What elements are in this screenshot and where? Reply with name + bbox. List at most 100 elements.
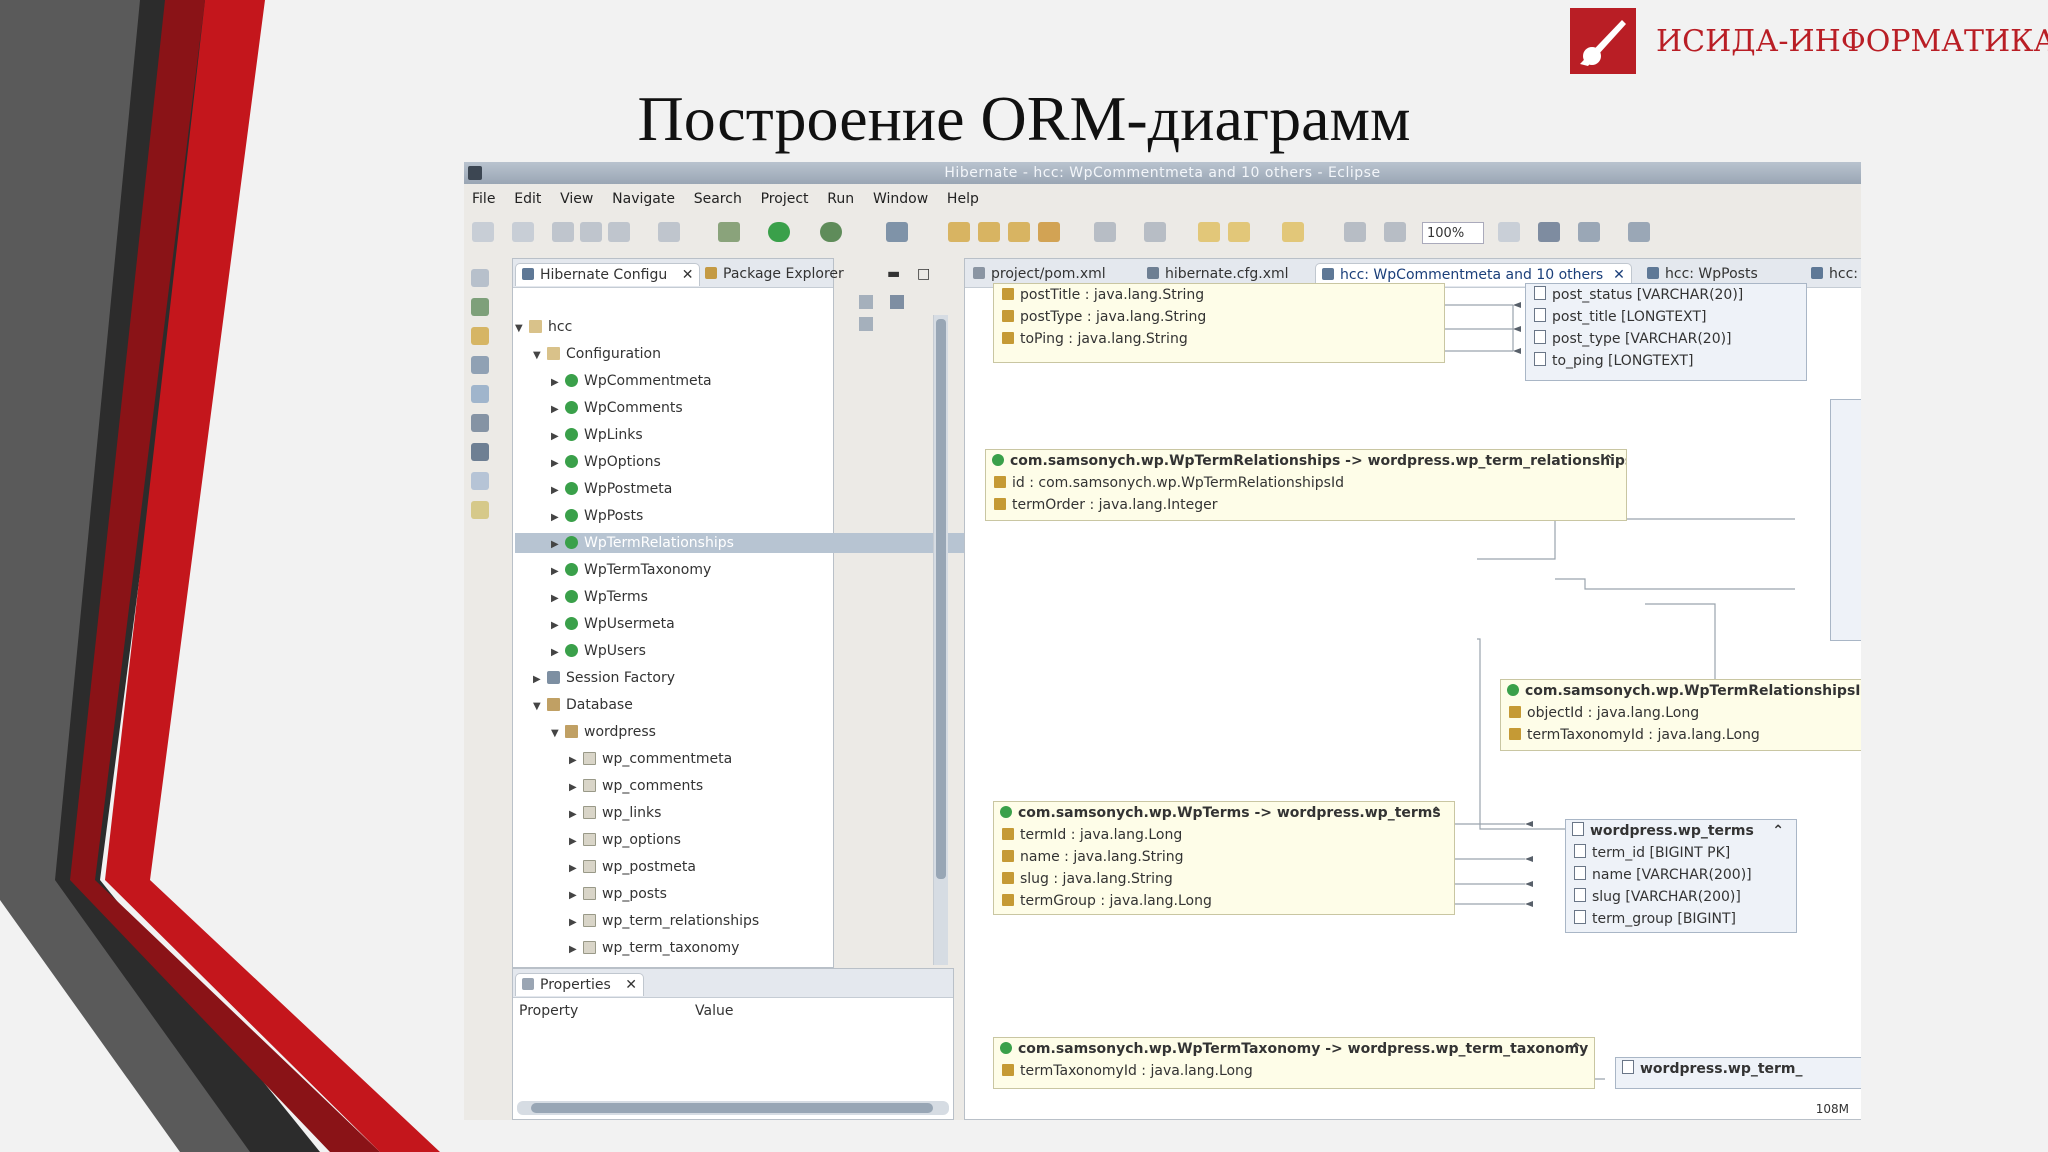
tree-item[interactable]: ▶ wp_links [569, 803, 661, 823]
tree-item[interactable]: ▶ WpPostmeta [551, 479, 672, 499]
diagram-grid-icon[interactable] [1628, 222, 1650, 242]
menu-file[interactable]: File [472, 186, 495, 212]
menu-search[interactable]: Search [694, 186, 742, 212]
menu-edit[interactable]: Edit [514, 186, 541, 212]
chevron-right-icon[interactable]: ▶ [551, 454, 565, 474]
tree-item[interactable]: ▶ WpTermRelationships [515, 533, 967, 553]
dynamic-sql-icon[interactable] [471, 414, 489, 432]
entity-model-icon[interactable] [471, 443, 489, 461]
tree-item[interactable]: ▶ WpCommentmeta [551, 371, 712, 391]
chevron-right-icon[interactable]: ▶ [551, 400, 565, 420]
chevron-right-icon[interactable]: ▶ [533, 670, 547, 690]
tree-item[interactable]: ▶ wp_term_relationships [569, 911, 759, 931]
tree-item[interactable]: ▼ wordpress [551, 722, 656, 742]
chevron-right-icon[interactable]: ▶ [569, 751, 583, 771]
chevron-down-icon[interactable]: ▼ [551, 724, 565, 744]
chevron-right-icon[interactable]: ▶ [569, 805, 583, 825]
tree-item[interactable]: ▶ wp_term_taxonomy [569, 938, 739, 958]
tree-item[interactable]: ▶ WpLinks [551, 425, 643, 445]
memory-indicator[interactable]: 108M [1816, 1102, 1849, 1116]
tree-item[interactable]: ▶ WpTermTaxonomy [551, 560, 711, 580]
last-edit-icon[interactable] [1282, 222, 1304, 242]
collapse-icon[interactable]: ⌃ [1602, 450, 1614, 472]
tree-item[interactable]: ▼ Database [533, 695, 633, 715]
tree-item[interactable]: ▶ wp_commentmeta [569, 749, 732, 769]
entity-wptermrelationships[interactable]: com.samsonych.wp.WpTermRelationships -> … [985, 449, 1627, 521]
collapse-icon[interactable]: ⌃ [1772, 820, 1784, 842]
collapse-all-icon[interactable] [859, 295, 873, 309]
chevron-down-icon[interactable]: ▼ [533, 697, 547, 717]
new-window-icon[interactable] [512, 222, 534, 242]
chevron-right-icon[interactable]: ▶ [569, 859, 583, 879]
menu-navigate[interactable]: Navigate [612, 186, 675, 212]
console-icon[interactable] [658, 222, 680, 242]
table-wp-posts-partial[interactable]: post_status [VARCHAR(20)] post_title [LO… [1525, 283, 1807, 381]
refresh-view-icon[interactable] [889, 295, 904, 309]
chevron-right-icon[interactable]: ▶ [551, 427, 565, 447]
open-task-icon[interactable] [1008, 222, 1030, 242]
table-wp-terms[interactable]: wordpress.wp_terms ⌃ term_id [BIGINT PK] … [1565, 819, 1797, 933]
tab-properties[interactable]: Properties ✕ [515, 973, 644, 996]
close-icon[interactable]: ✕ [625, 977, 637, 993]
tree-item[interactable]: ▼ hcc [515, 317, 572, 337]
tree-item[interactable]: ▶ WpTerms [551, 587, 648, 607]
chevron-right-icon[interactable]: ▶ [551, 643, 565, 663]
tree-item[interactable]: ▶ WpUsers [551, 641, 646, 661]
tab-package-explorer[interactable]: Package Explorer [699, 263, 850, 285]
entity-wpterms[interactable]: com.samsonych.wp.WpTerms -> wordpress.wp… [993, 801, 1455, 915]
debug-icon[interactable] [718, 222, 740, 242]
open-resource-icon[interactable] [978, 222, 1000, 242]
tasks-icon[interactable] [471, 501, 489, 519]
chevron-right-icon[interactable]: ▶ [551, 481, 565, 501]
maximize-icon[interactable]: □ [911, 263, 936, 285]
tree-item[interactable]: ▶ WpUsermeta [551, 614, 675, 634]
tree-item[interactable]: ▶ wp_postmeta [569, 857, 696, 877]
menu-window[interactable]: Window [873, 186, 928, 212]
auto-layout-icon[interactable] [1538, 222, 1560, 242]
chevron-right-icon[interactable]: ▶ [551, 589, 565, 609]
chevron-right-icon[interactable]: ▶ [551, 616, 565, 636]
tree-scrollbar[interactable] [933, 315, 948, 965]
table-wp-term-taxonomy-partial[interactable]: wordpress.wp_term_ [1615, 1057, 1861, 1089]
chevron-right-icon[interactable]: ▶ [551, 562, 565, 582]
tab-hibernate-configurations[interactable]: Hibernate Configu ✕ [515, 263, 701, 286]
run-external-icon[interactable] [820, 222, 842, 242]
table-partial-right[interactable] [1830, 399, 1861, 641]
prev-annotation-icon[interactable] [1144, 222, 1166, 242]
chevron-right-icon[interactable]: ▶ [551, 373, 565, 393]
minimize-icon[interactable]: ▬ [881, 263, 906, 285]
collapse-icon[interactable]: ⌃ [1430, 802, 1442, 824]
save-icon[interactable] [552, 222, 574, 242]
close-icon[interactable]: ✕ [682, 267, 694, 283]
entity-wpposts-partial[interactable]: postTitle : java.lang.String postType : … [993, 283, 1445, 363]
tree-item[interactable]: ▶ wp_comments [569, 776, 703, 796]
tree-item[interactable]: ▶ WpComments [551, 398, 683, 418]
chevron-right-icon[interactable]: ▶ [569, 940, 583, 960]
chevron-right-icon[interactable]: ▶ [569, 778, 583, 798]
tree-item[interactable]: ▶ wp_options [569, 830, 681, 850]
restore-icon[interactable] [471, 269, 489, 287]
chevron-down-icon[interactable]: ▼ [515, 319, 529, 339]
tree-scrollbar-thumb[interactable] [936, 319, 946, 879]
run-icon[interactable] [768, 222, 790, 242]
problems-icon[interactable] [471, 472, 489, 490]
search-tool-icon[interactable] [1038, 222, 1060, 242]
export-icon[interactable] [1344, 222, 1366, 242]
next-annotation-icon[interactable] [1094, 222, 1116, 242]
menu-run[interactable]: Run [827, 186, 854, 212]
chevron-right-icon[interactable]: ▶ [569, 913, 583, 933]
chevron-right-icon[interactable]: ▶ [551, 508, 565, 528]
menu-project[interactable]: Project [761, 186, 809, 212]
package-perspective-icon[interactable] [471, 327, 489, 345]
menu-view[interactable]: View [560, 186, 593, 212]
chevron-down-icon[interactable] [1498, 222, 1520, 242]
toggle-connections-icon[interactable] [1578, 222, 1600, 242]
view-menu-icon[interactable] [859, 317, 873, 331]
new-icon[interactable] [472, 222, 494, 242]
chevron-right-icon[interactable]: ▶ [569, 886, 583, 906]
entity-wptermrelationshipsid[interactable]: com.samsonych.wp.WpTermRelationshipsId o… [1500, 679, 1861, 751]
chevron-right-icon[interactable]: ▶ [569, 832, 583, 852]
save-all-icon[interactable] [580, 222, 602, 242]
tree-item[interactable]: ▶ WpOptions [551, 452, 661, 472]
back-icon[interactable] [1198, 222, 1220, 242]
